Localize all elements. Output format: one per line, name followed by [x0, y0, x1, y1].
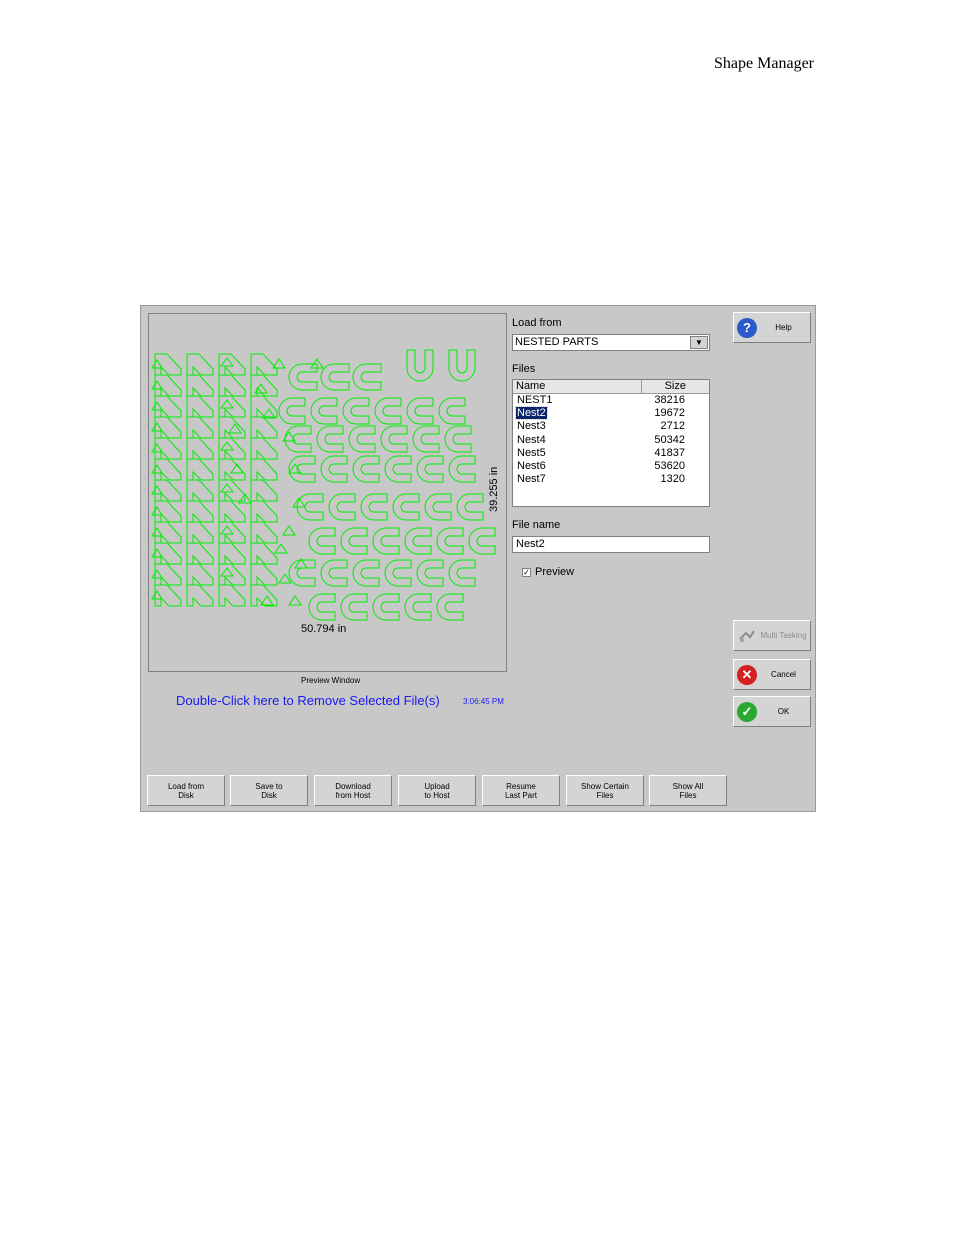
file-size-cell: 19672: [654, 407, 685, 420]
file-row[interactable]: Nest4 50342: [513, 434, 709, 447]
load-from-label: Load from: [512, 317, 562, 329]
ok-button-label: OK: [777, 707, 790, 716]
ok-button[interactable]: ✓ OK: [733, 696, 811, 727]
file-size-cell: 50342: [654, 433, 685, 446]
nested-parts-preview: [151, 349, 496, 621]
file-row[interactable]: Nest7 1320: [513, 473, 709, 486]
width-dimension-label: 50.794 in: [301, 623, 347, 635]
load-from-disk-button[interactable]: Load from Disk: [147, 775, 225, 806]
preview-window: 50.794 in 39.255 in: [148, 313, 507, 672]
file-name-cell: Nest7: [513, 473, 644, 486]
file-name-cell: Nest6: [513, 460, 644, 473]
button-label-line2: Files: [596, 790, 614, 800]
button-label-line1: Show Certain: [580, 781, 630, 791]
file-row[interactable]: NEST1 38216: [513, 394, 709, 407]
save-to-disk-button[interactable]: Save to Disk: [230, 775, 308, 806]
button-label-line1: Load from: [167, 781, 205, 791]
file-name-cell: Nest2: [513, 406, 644, 421]
files-list[interactable]: Name Size NEST1 38216 Nest2 19672 Nest3 2712 N…: [512, 379, 710, 507]
button-label-line1: Show All: [672, 781, 704, 791]
button-label-line1: Download: [335, 781, 371, 791]
file-size-cell: 41837: [654, 446, 685, 459]
load-from-value: NESTED PARTS: [515, 336, 599, 348]
preview-checkbox[interactable]: ✓: [522, 568, 531, 577]
file-row[interactable]: Nest5 41837: [513, 447, 709, 460]
button-label-line2: from Host: [335, 790, 371, 800]
file-size-cell: 53620: [654, 459, 685, 472]
document-header: Shape Manager: [714, 55, 814, 72]
remove-selected-files-link[interactable]: Double-Click here to Remove Selected Fil…: [176, 693, 440, 708]
preview-caption: Preview Window: [301, 676, 361, 685]
multitasking-button[interactable]: Multi Tasking: [733, 620, 811, 651]
ok-icon: ✓: [737, 701, 757, 722]
button-label-line2: Disk: [178, 790, 194, 800]
cancel-icon: ✕: [737, 664, 757, 685]
file-name-text: Nest2: [515, 406, 548, 421]
button-label-line2: Files: [679, 790, 697, 800]
file-name-text: Nest6: [517, 459, 546, 472]
file-name-text: Nest4: [517, 433, 546, 446]
cancel-button[interactable]: ✕ Cancel: [733, 659, 811, 690]
show-certain-files-button[interactable]: Show Certain Files: [566, 775, 644, 806]
file-name-cell: Nest3: [513, 420, 644, 433]
files-list-header: Name Size: [513, 380, 709, 394]
shape-manager-window: 50.794 in 39.255 in Preview Window Doubl…: [140, 305, 816, 812]
file-name-cell: Nest4: [513, 434, 644, 447]
file-size-cell: 1320: [660, 473, 685, 486]
multitasking-icon: [737, 626, 757, 646]
file-name-text: Nest5: [517, 446, 546, 459]
help-button-label: Help: [775, 323, 792, 332]
preview-checkbox-label: Preview: [535, 566, 575, 578]
files-label: Files: [512, 363, 536, 375]
name-column-header[interactable]: Name: [513, 380, 642, 393]
file-row[interactable]: Nest2 19672: [513, 406, 709, 421]
file-name-text: NEST1: [517, 394, 553, 406]
button-label-line2: to Host: [424, 790, 450, 800]
file-row[interactable]: Nest3 2712: [513, 420, 709, 433]
file-name-label: File name: [512, 519, 561, 531]
upload-to-host-button[interactable]: Upload to Host: [398, 775, 476, 806]
resume-last-part-button[interactable]: Resume Last Part: [482, 775, 560, 806]
cancel-button-label: Cancel: [771, 670, 796, 679]
file-name-text: Nest7: [517, 473, 546, 486]
button-label-line2: Disk: [261, 790, 277, 800]
help-icon: ?: [737, 317, 757, 338]
file-name-input[interactable]: Nest2: [512, 536, 710, 553]
file-name-text: Nest3: [517, 420, 546, 433]
multitasking-button-label: Multi Tasking: [760, 631, 807, 640]
file-size-cell: 38216: [654, 394, 685, 406]
show-all-files-button[interactable]: Show All Files: [649, 775, 727, 806]
file-row[interactable]: Nest6 53620: [513, 460, 709, 473]
button-label-line2: Last Part: [504, 790, 537, 800]
file-name-cell: Nest5: [513, 447, 644, 460]
clock: 3:06:45 PM: [463, 697, 504, 706]
file-name-cell: NEST1: [513, 394, 644, 407]
file-size-cell: 2712: [660, 420, 685, 433]
chevron-down-icon[interactable]: ▼: [690, 336, 708, 349]
download-from-host-button[interactable]: Download from Host: [314, 775, 392, 806]
height-dimension-label: 39.255 in: [488, 466, 500, 512]
size-column-header[interactable]: Size: [642, 380, 686, 393]
help-button[interactable]: ? Help: [733, 312, 811, 343]
load-from-select[interactable]: NESTED PARTS ▼: [512, 334, 710, 351]
button-label-line1: Resume: [506, 781, 536, 791]
button-label-line1: Upload: [424, 781, 450, 791]
button-label-line1: Save to: [255, 781, 283, 791]
